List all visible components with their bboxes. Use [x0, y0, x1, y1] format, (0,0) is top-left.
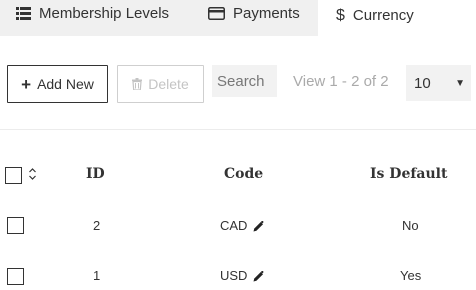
tab-label: Currency [352, 7, 414, 24]
page-size-select[interactable]: 10 ▼ [406, 65, 471, 101]
dollar-icon: $ [336, 6, 345, 24]
page-size-value: 10 [414, 74, 431, 92]
row-code: USD [220, 268, 265, 283]
pagination-info: View 1 - 2 of 2 [293, 73, 389, 90]
row-id: 2 [93, 218, 101, 233]
column-header-code[interactable]: Code [224, 166, 263, 182]
sort-icon[interactable] [28, 166, 37, 187]
delete-label: Delete [148, 76, 189, 92]
row-code-text: CAD [220, 218, 248, 233]
trash-icon [132, 78, 143, 90]
add-new-label: Add New [37, 76, 94, 92]
select-all-checkbox[interactable] [5, 167, 22, 184]
list-icon [16, 6, 31, 20]
divider [0, 129, 476, 130]
column-header-is-default[interactable]: Is Default [370, 166, 447, 182]
delete-button[interactable]: Delete [117, 65, 204, 103]
add-new-button[interactable]: + Add New [7, 65, 108, 103]
tab-currency[interactable]: $ Currency [318, 0, 476, 36]
plus-icon: + [21, 74, 32, 94]
credit-card-icon [208, 6, 225, 20]
row-code: CAD [220, 218, 265, 233]
row-checkbox[interactable] [7, 268, 24, 285]
row-code-text: USD [220, 268, 248, 283]
row-is-default: No [402, 218, 419, 233]
tab-label: Payments [233, 4, 300, 22]
row-id: 1 [93, 268, 101, 283]
tab-payments[interactable]: Payments [190, 0, 318, 31]
row-is-default: Yes [400, 268, 422, 283]
column-header-id[interactable]: ID [86, 166, 105, 182]
tab-membership-levels[interactable]: Membership Levels [0, 0, 188, 31]
pencil-icon[interactable] [253, 221, 265, 232]
row-checkbox[interactable] [7, 217, 24, 234]
search-input[interactable] [212, 65, 277, 97]
tab-label: Membership Levels [39, 4, 170, 22]
pencil-icon[interactable] [253, 271, 265, 282]
caret-down-icon: ▼ [455, 78, 465, 89]
tab-bar: Membership Levels Payments $ Currency [0, 0, 476, 36]
